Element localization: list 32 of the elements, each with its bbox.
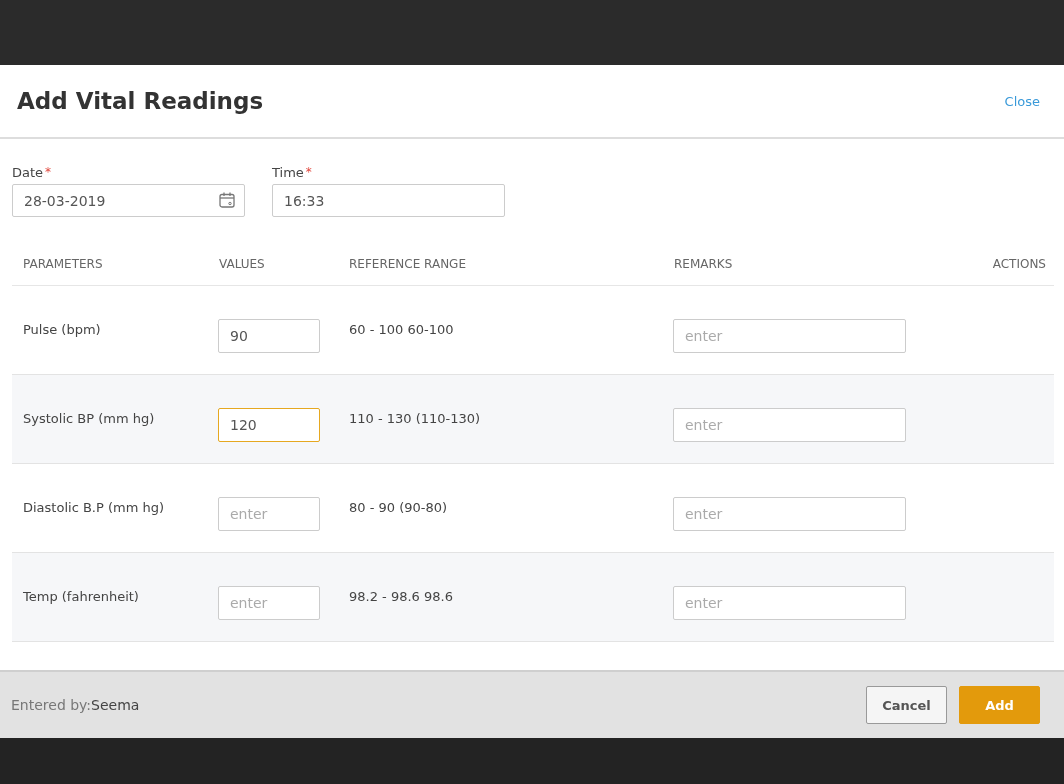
required-mark: * [45,165,52,179]
column-header: REMARKS [673,257,734,271]
remarks-input[interactable]: enter [673,497,906,531]
dialog-title: Add Vital Readings [17,88,264,114]
field-label: Date [12,165,44,180]
remarks-input[interactable]: enter [673,586,906,620]
column-header: VALUES [218,257,266,271]
cancel-button[interactable]: Cancel [866,686,947,724]
value-input[interactable]: 120 [218,408,320,442]
required-mark: * [305,165,312,179]
entered-by-name: Seema [91,697,140,713]
column-header: PARAMETERS [22,257,104,271]
remarks-input[interactable]: enter [673,319,906,353]
reference-range: 60 - 100 60-100 [348,321,455,337]
parameter-label: Diastolic B.P (mm hg) [22,499,166,515]
parameter-label: Systolic BP (mm hg) [22,410,156,426]
remarks-input[interactable]: enter [673,408,906,442]
column-header: ACTIONS [991,257,1047,271]
calendar-icon[interactable] [218,191,236,209]
reference-range: 110 - 130 (110-130) [348,410,482,426]
value-input[interactable]: enter [218,497,320,531]
field-label: Time [272,165,304,180]
reference-range: 98.2 - 98.6 98.6 [348,588,454,604]
entered-by-label: Entered by: [11,697,92,713]
reference-range: 80 - 90 (90-80) [348,499,449,515]
value-input[interactable]: 90 [218,319,320,353]
time-field[interactable]: 16:33 [272,184,505,217]
parameter-label: Temp (fahrenheit) [22,588,140,604]
parameter-label: Pulse (bpm) [22,321,102,337]
column-header: REFERENCE RANGE [348,257,467,271]
date-field[interactable]: 28-03-2019 [12,184,245,217]
value-input[interactable]: enter [218,586,320,620]
